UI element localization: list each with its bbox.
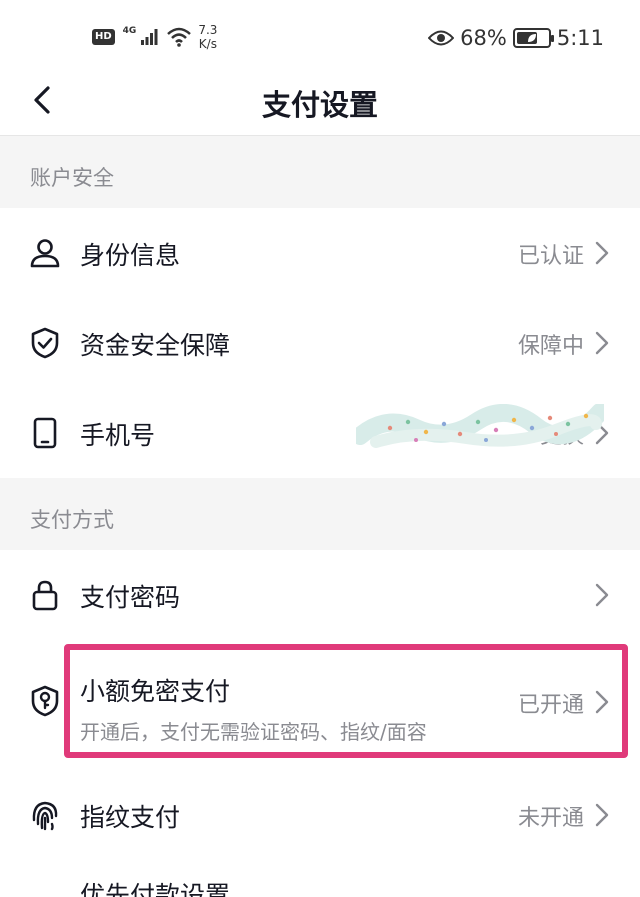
status-left: HD 4G 7.3 K/s [92,20,217,54]
page-title: 支付设置 [261,88,378,122]
shield-key-icon [31,685,59,717]
identity-label: 身份信息 [80,241,181,270]
priority-payment-row[interactable]: 优先付款设置 [80,876,230,897]
speed-unit: K/s [198,37,217,51]
network-speed: 7.3 K/s [198,23,217,51]
pay-password-label: 支付密码 [80,583,181,612]
shield-check-icon [31,327,59,359]
section-title: 支付方式 [30,508,114,532]
fingerprint-pay-status: 未开通 [517,806,584,831]
fund-security-row[interactable]: 资金安全保障 保障中 [0,298,640,388]
phone-label: 手机号 [80,421,156,450]
status-right: 68% 5:11 [428,24,604,52]
pay-password-row[interactable]: 支付密码 [0,550,640,640]
chevron-right-icon [595,583,609,607]
fund-security-status: 保障中 [517,334,584,359]
lock-icon [32,580,58,611]
battery-icon [512,28,554,48]
chevron-right-icon [595,331,609,355]
person-icon [30,239,60,268]
speed-value: 7.3 [198,23,218,37]
cell-signal-icon [141,29,158,45]
battery-percent: 68% [460,26,507,50]
leaf-icon [527,34,536,42]
phone-icon [33,417,57,449]
fund-security-label: 资金安全保障 [80,331,231,360]
clock: 5:11 [556,26,604,50]
eye-icon [428,30,455,46]
fingerprint-pay-row[interactable]: 指纹支付 未开通 [0,770,640,860]
chevron-right-icon [595,803,609,827]
identity-row[interactable]: 身份信息 已认证 [0,208,640,298]
redaction-scribble [356,404,604,448]
fingerprint-icon [32,801,58,831]
section-header-account-security: 账户安全 [0,136,640,208]
section-header-payment-methods: 支付方式 [0,478,640,550]
nav-bar: 支付设置 [0,64,640,136]
section-title: 账户安全 [30,166,114,190]
network-type: 4G [122,26,137,36]
wifi-icon [167,27,192,47]
chevron-right-icon [595,241,609,265]
highlight-annotation [64,644,628,758]
fingerprint-pay-label: 指纹支付 [80,803,181,832]
hd-badge: HD [92,29,115,45]
identity-status: 已认证 [517,244,584,269]
status-bar: HD 4G 7.3 K/s 68% 5:11 [0,0,640,70]
